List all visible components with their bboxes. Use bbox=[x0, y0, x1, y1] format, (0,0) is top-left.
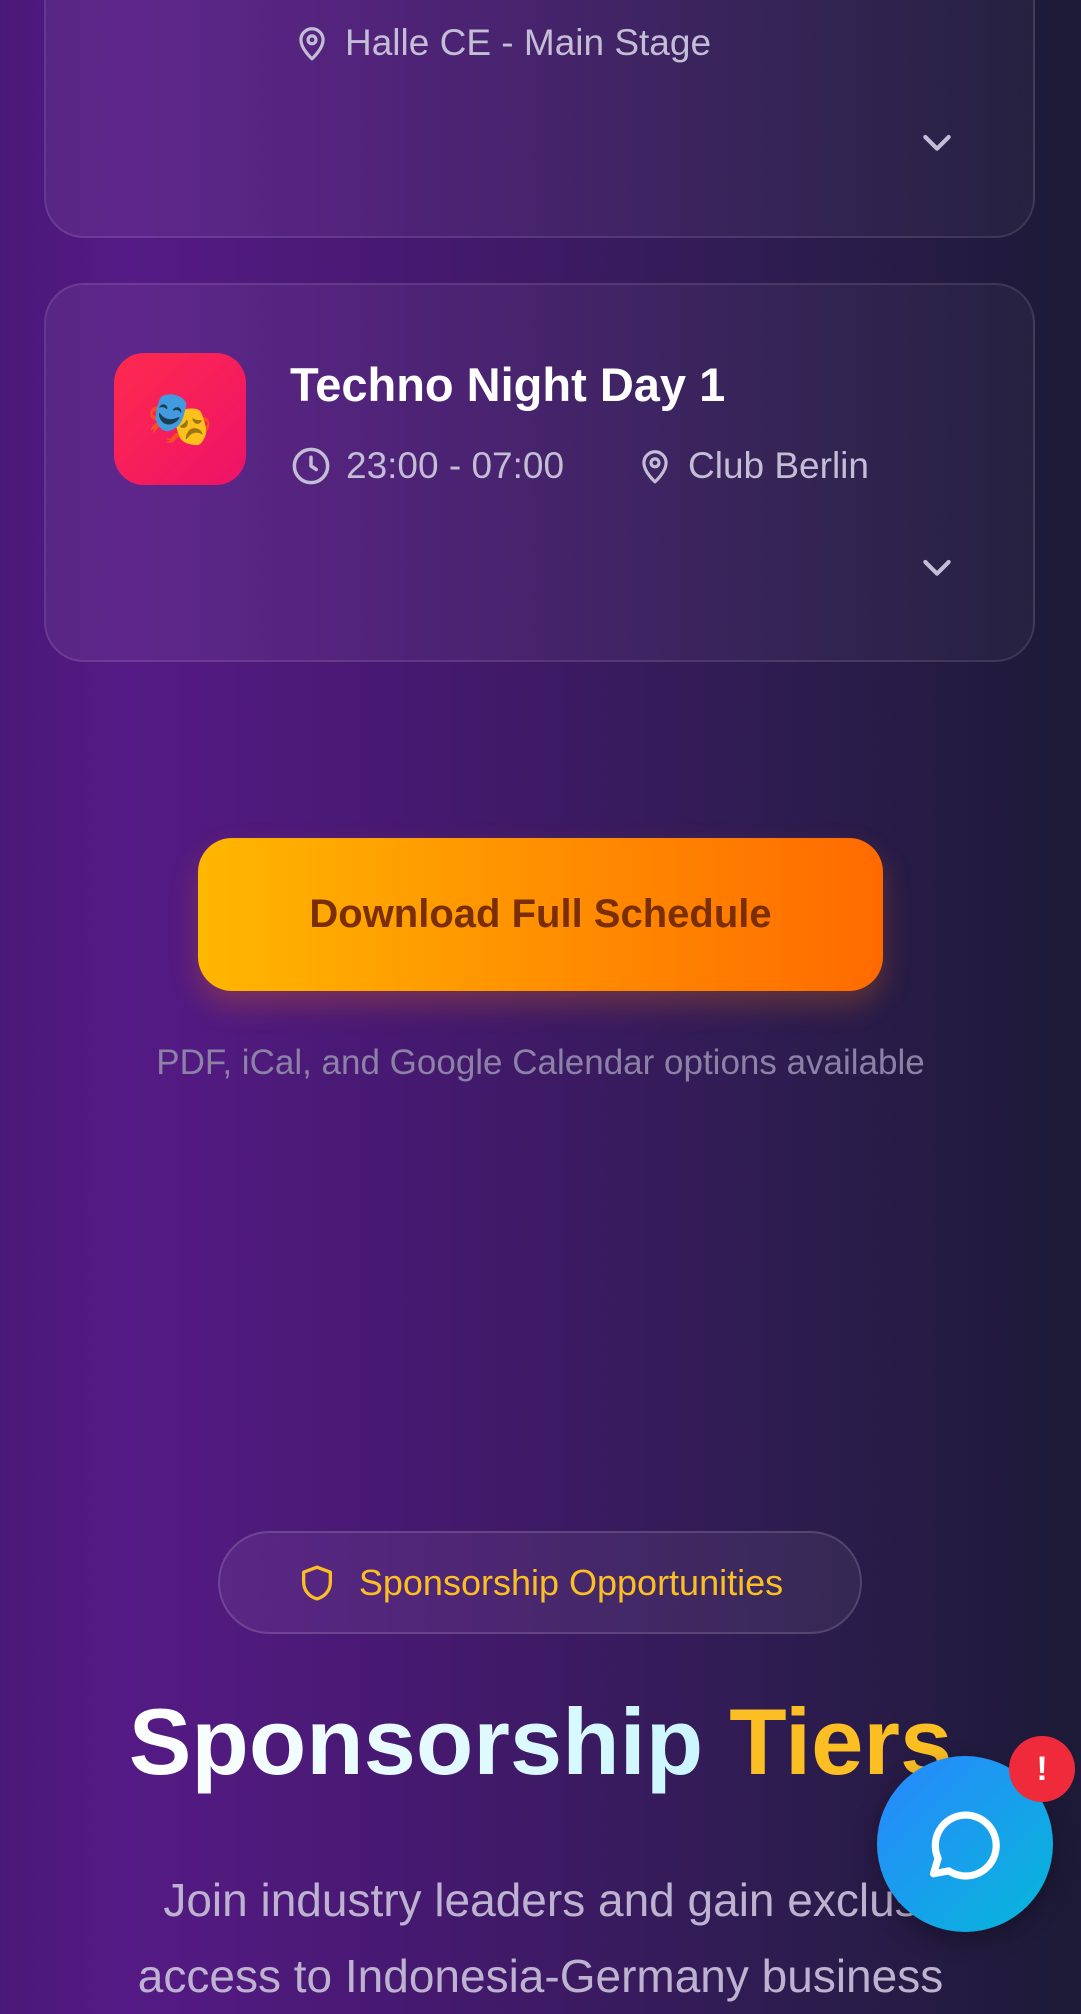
event-location: Club Berlin bbox=[636, 445, 869, 487]
download-options-note: PDF, iCal, and Google Calendar options a… bbox=[156, 1043, 925, 1082]
notification-badge: ! bbox=[1009, 1736, 1075, 1802]
map-pin-icon bbox=[299, 27, 325, 61]
map-pin-icon bbox=[642, 450, 668, 484]
chat-bubble-icon bbox=[929, 1811, 1000, 1880]
description-line: access to Indonesia-Germany business bbox=[137, 1950, 944, 2002]
event-card[interactable]: 🎭 Techno Night Day 1 23:00 - 07:00 Club … bbox=[44, 283, 1035, 662]
event-location-text: Halle CE - Main Stage bbox=[345, 22, 712, 63]
chevron-down-icon[interactable] bbox=[917, 122, 957, 162]
download-schedule-button[interactable]: Download Full Schedule bbox=[198, 838, 883, 991]
event-location: Halle CE - Main Stage bbox=[293, 22, 711, 64]
event-title: Techno Night Day 1 bbox=[290, 358, 726, 411]
event-time-text: 23:00 - 07:00 bbox=[346, 445, 565, 486]
theater-masks-icon: 🎭 bbox=[114, 353, 246, 485]
shield-icon bbox=[301, 1565, 332, 1600]
clock-icon bbox=[292, 447, 330, 485]
sponsorship-badge-label: Sponsorship Opportunities bbox=[358, 1561, 784, 1603]
event-time: 23:00 - 07:00 bbox=[290, 445, 564, 487]
sponsorship-badge: Sponsorship Opportunities bbox=[218, 1531, 862, 1634]
chevron-down-icon[interactable] bbox=[917, 547, 957, 587]
event-card[interactable]: Halle CE - Main Stage bbox=[44, 0, 1035, 238]
event-location-text: Club Berlin bbox=[688, 445, 869, 486]
section-title-part1: Sponsorship bbox=[128, 1689, 704, 1794]
